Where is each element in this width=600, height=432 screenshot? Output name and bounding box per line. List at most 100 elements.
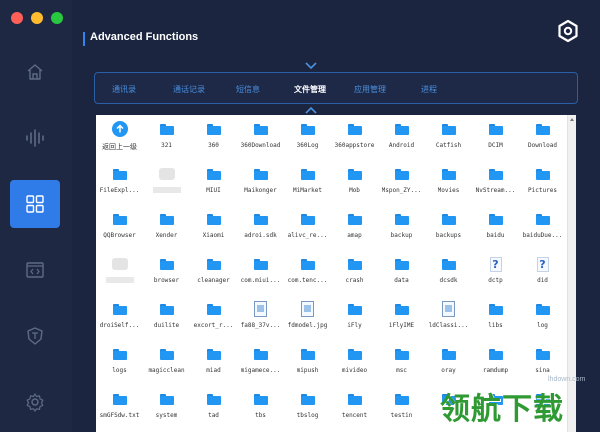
folder-icon [488, 301, 504, 317]
file-item[interactable]: testin [378, 389, 425, 432]
tab-file-manager[interactable]: 文件管理 [294, 84, 326, 95]
file-item[interactable]: tbs [237, 389, 284, 432]
file-item[interactable]: ? did [519, 254, 566, 299]
tab-sms[interactable]: 短信息 [236, 84, 260, 95]
file-name: FileExpl... [99, 187, 140, 194]
folder-icon [300, 256, 316, 272]
file-item[interactable]: iFly [331, 299, 378, 344]
file-item[interactable]: Maikonger [237, 164, 284, 209]
folder-icon [253, 346, 269, 362]
file-item[interactable]: log [519, 299, 566, 344]
file-item[interactable]: 360Download [237, 119, 284, 164]
file-item[interactable]: Xiaomi [190, 209, 237, 254]
file-item[interactable]: droiSelf... [96, 299, 143, 344]
file-item[interactable] [96, 254, 143, 299]
file-name: 360Download [240, 142, 281, 149]
file-item[interactable]: miad [190, 344, 237, 389]
file-item[interactable]: 360Log [284, 119, 331, 164]
file-item[interactable]: FileExpl... [96, 164, 143, 209]
file-item[interactable]: backups [425, 209, 472, 254]
tab-app-manager[interactable]: 应用管理 [354, 84, 386, 95]
file-item[interactable]: 321 [143, 119, 190, 164]
file-item[interactable]: Catfish [425, 119, 472, 164]
file-item[interactable]: tencent [331, 389, 378, 432]
file-item[interactable]: cleanager [190, 254, 237, 299]
file-item[interactable]: migamece... [237, 344, 284, 389]
sidebar-item-code[interactable] [10, 246, 60, 294]
file-item[interactable]: duilite [143, 299, 190, 344]
file-item[interactable]: 360appstore [331, 119, 378, 164]
tab-contacts[interactable]: 通讯录 [112, 84, 136, 95]
file-item[interactable]: alivc_re... [284, 209, 331, 254]
minimize-window-button[interactable] [31, 12, 43, 24]
file-item[interactable]: amap [331, 209, 378, 254]
file-item[interactable]: ramdump [472, 344, 519, 389]
file-item[interactable]: mivideo [331, 344, 378, 389]
file-item[interactable] [143, 164, 190, 209]
file-item[interactable]: msc [378, 344, 425, 389]
vertical-scrollbar[interactable] [567, 115, 576, 432]
scroll-up-arrow-icon[interactable] [570, 118, 574, 121]
close-window-button[interactable] [11, 12, 23, 24]
file-item[interactable]: com.tenc... [284, 254, 331, 299]
sidebar-item-settings[interactable] [10, 378, 60, 426]
file-item[interactable]: Download [519, 119, 566, 164]
file-item[interactable]: adroi.sdk [237, 209, 284, 254]
file-item[interactable]: libs [472, 299, 519, 344]
file-item[interactable]: Xender [143, 209, 190, 254]
file-item[interactable]: com.miui... [237, 254, 284, 299]
file-item[interactable]: Android [378, 119, 425, 164]
sidebar-item-apps[interactable] [10, 180, 60, 228]
folder-icon [300, 346, 316, 362]
file-item[interactable]: tbslog [284, 389, 331, 432]
file-item[interactable]: baiduDue... [519, 209, 566, 254]
tab-call-log[interactable]: 通话记录 [173, 84, 205, 95]
folder-icon [441, 211, 457, 227]
sidebar-item-audio[interactable] [10, 114, 60, 162]
file-item[interactable]: browser [143, 254, 190, 299]
file-item[interactable]: fa88_37v... [237, 299, 284, 344]
file-item[interactable]: oray [425, 344, 472, 389]
file-item[interactable]: fdmodel.jpg [284, 299, 331, 344]
file-item[interactable]: tad [190, 389, 237, 432]
file-name: libs [488, 322, 503, 329]
file-item[interactable]: backup [378, 209, 425, 254]
file-item[interactable]: dcsdk [425, 254, 472, 299]
tab-processes[interactable]: 进程 [421, 84, 437, 95]
file-item[interactable]: magicclean [143, 344, 190, 389]
device-menu-button[interactable] [556, 19, 580, 43]
file-item[interactable]: smGFSdw.txt [96, 389, 143, 432]
sidebar-item-home[interactable] [10, 48, 60, 96]
file-item[interactable]: system [143, 389, 190, 432]
watermark-logo-text: 领航下载 [440, 392, 564, 427]
chevron-up-icon[interactable] [305, 106, 317, 114]
file-item[interactable]: excort_r... [190, 299, 237, 344]
image-file-icon [441, 301, 457, 317]
file-name: alivc_re... [287, 232, 328, 239]
maximize-window-button[interactable] [51, 12, 63, 24]
file-item[interactable]: Mspon_ZY... [378, 164, 425, 209]
file-item[interactable]: mipush [284, 344, 331, 389]
file-name: Maikonger [244, 187, 277, 194]
file-item[interactable]: ? dctp [472, 254, 519, 299]
file-item[interactable]: ldClassi... [425, 299, 472, 344]
sidebar-item-toolkit[interactable] [10, 312, 60, 360]
file-item[interactable]: iFlyIME [378, 299, 425, 344]
file-item[interactable]: Pictures [519, 164, 566, 209]
chevron-down-icon[interactable] [305, 62, 317, 70]
file-item[interactable]: NvStream... [472, 164, 519, 209]
file-item[interactable]: Movies [425, 164, 472, 209]
file-item[interactable]: data [378, 254, 425, 299]
file-item[interactable]: baidu [472, 209, 519, 254]
folder-icon [394, 256, 410, 272]
file-item[interactable]: MIUI [190, 164, 237, 209]
file-item[interactable]: MiMarket [284, 164, 331, 209]
file-item[interactable]: QQBrowser [96, 209, 143, 254]
file-item[interactable]: Mob [331, 164, 378, 209]
file-item[interactable]: logs [96, 344, 143, 389]
file-name: fdmodel.jpg [287, 322, 328, 329]
file-item[interactable]: DCIM [472, 119, 519, 164]
file-item[interactable]: 360 [190, 119, 237, 164]
file-item[interactable]: crash [331, 254, 378, 299]
back-up-level-item[interactable]: 返回上一级 [96, 119, 143, 164]
